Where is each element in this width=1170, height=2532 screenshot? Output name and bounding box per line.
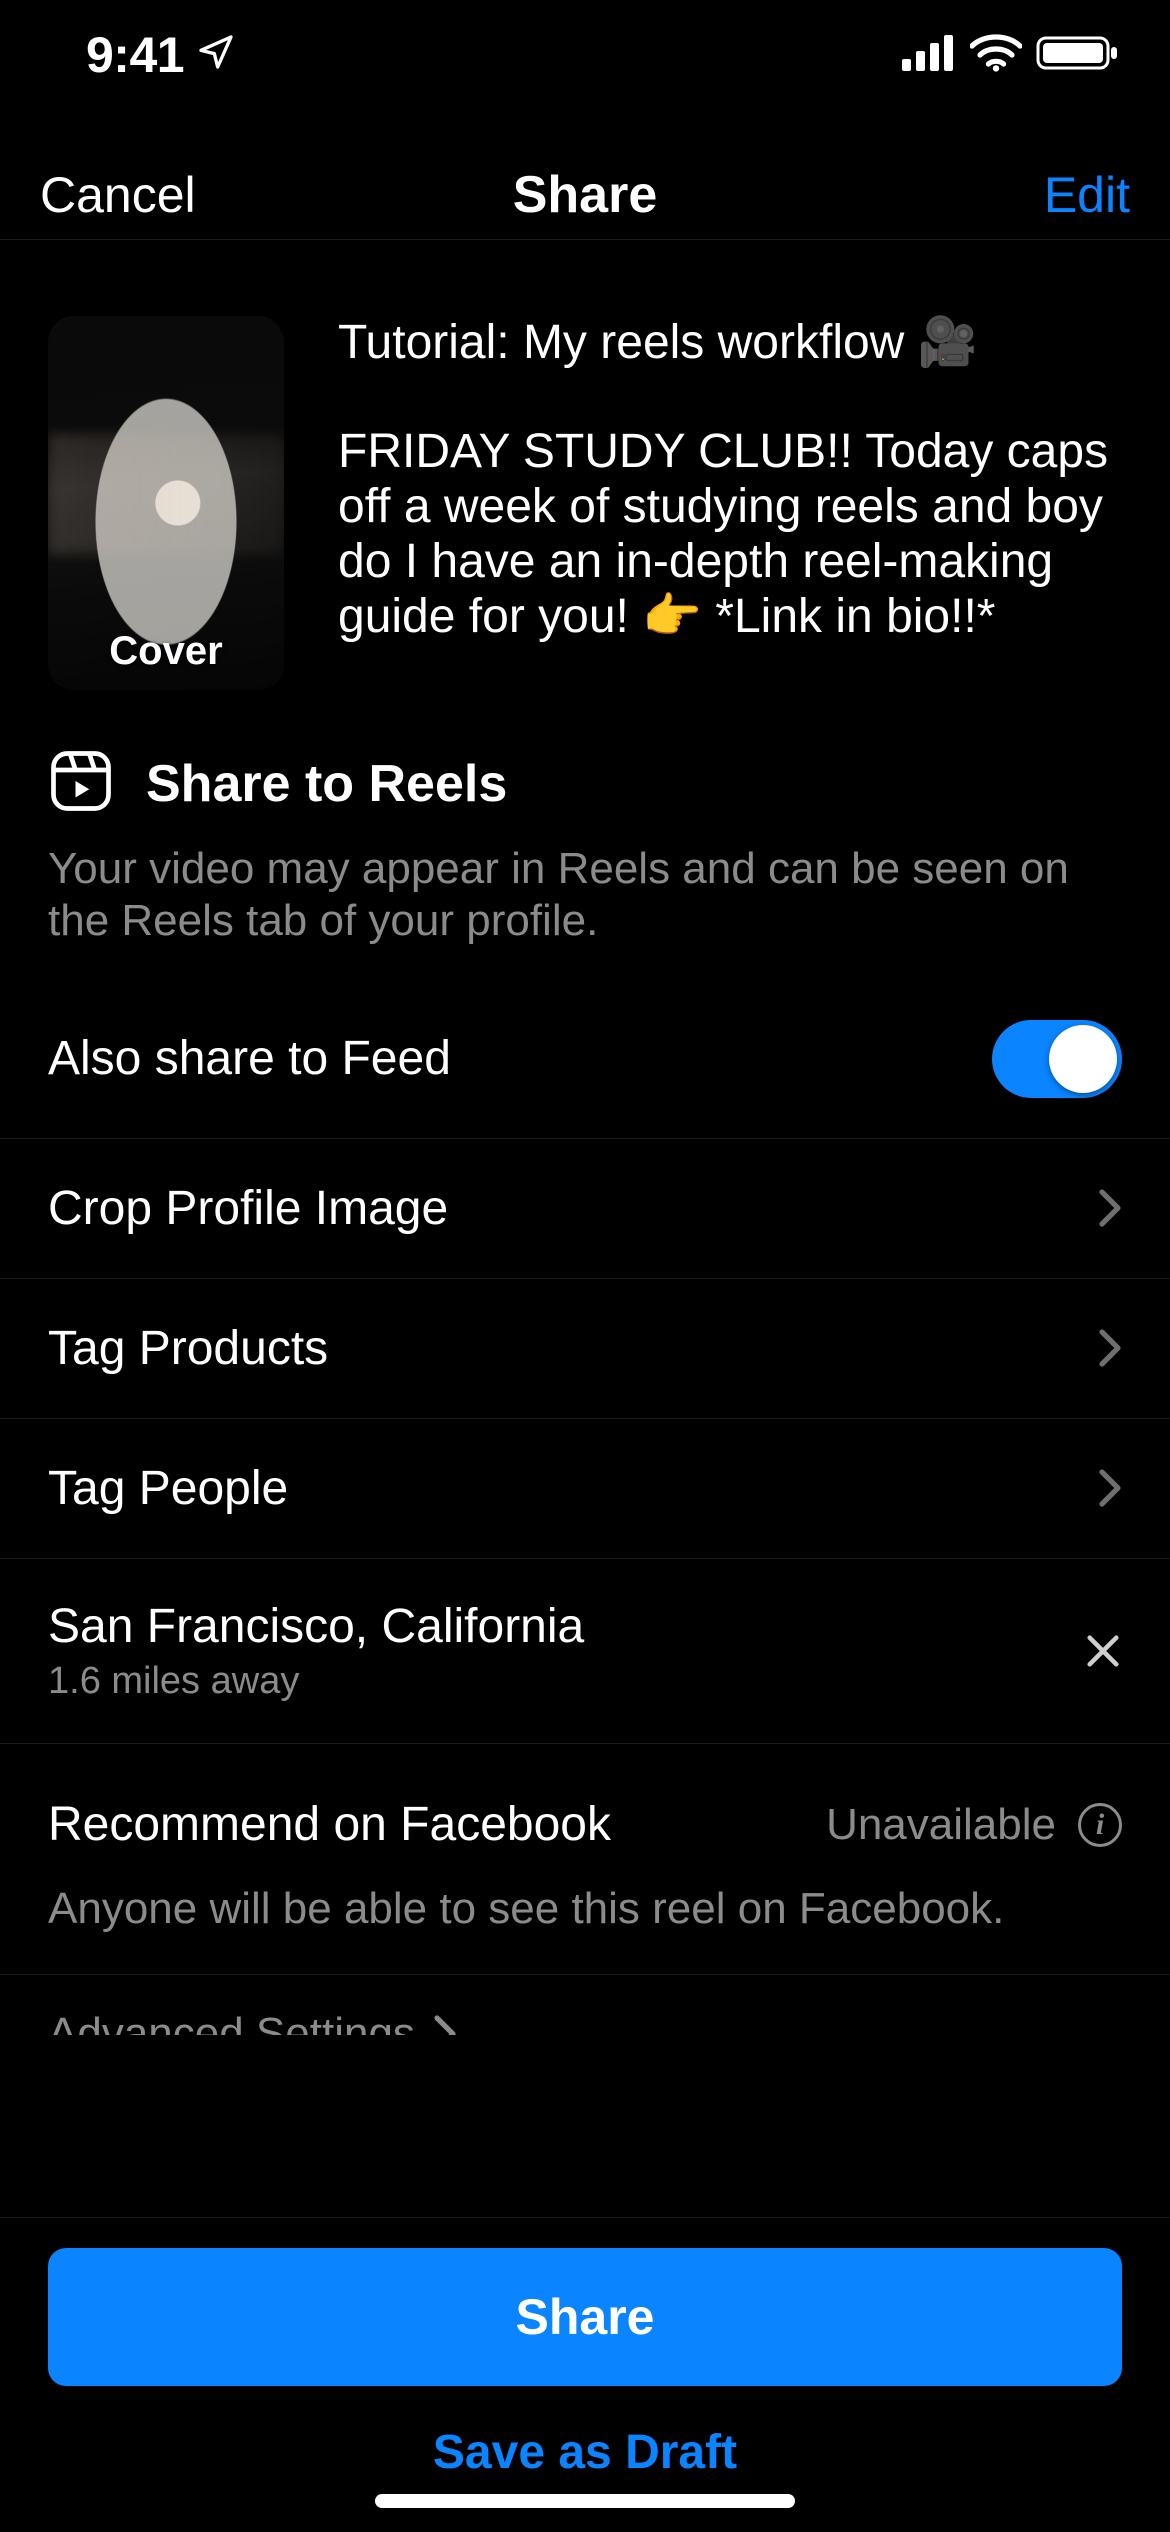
battery-icon bbox=[1036, 34, 1120, 77]
location-name: San Francisco, California bbox=[48, 1599, 584, 1654]
wifi-icon bbox=[970, 34, 1022, 77]
reels-icon bbox=[48, 748, 114, 819]
share-button[interactable]: Share bbox=[48, 2248, 1122, 2386]
recommend-on-facebook-row: Recommend on Facebook Unavailable i bbox=[0, 1744, 1170, 1884]
nav-bar: Cancel Share Edit bbox=[0, 150, 1170, 240]
cancel-button[interactable]: Cancel bbox=[40, 166, 200, 224]
chevron-right-icon bbox=[1098, 1468, 1122, 1508]
cover-label: Cover bbox=[48, 629, 284, 674]
chevron-right-icon bbox=[433, 2014, 457, 2035]
chevron-right-icon bbox=[1098, 1188, 1122, 1228]
status-time: 9:41 bbox=[86, 26, 236, 84]
content[interactable]: Cover Tutorial: My reels workflow 🎥 FRID… bbox=[0, 268, 1170, 2192]
tag-products-label: Tag Products bbox=[48, 1321, 328, 1376]
recommend-on-facebook-label: Recommend on Facebook bbox=[48, 1797, 611, 1852]
edit-button[interactable]: Edit bbox=[970, 166, 1130, 224]
caption-text[interactable]: Tutorial: My reels workflow 🎥 FRIDAY STU… bbox=[338, 316, 1122, 690]
tag-products-row[interactable]: Tag Products bbox=[0, 1279, 1170, 1419]
info-icon[interactable]: i bbox=[1078, 1803, 1122, 1847]
chevron-right-icon bbox=[1098, 1328, 1122, 1368]
advanced-settings-label: Advanced Settings bbox=[48, 2009, 415, 2035]
share-to-reels-title: Share to Reels bbox=[146, 754, 507, 814]
bottom-bar: Share Save as Draft bbox=[0, 2217, 1170, 2532]
save-as-draft-button[interactable]: Save as Draft bbox=[48, 2400, 1122, 2504]
location-row[interactable]: San Francisco, California 1.6 miles away bbox=[0, 1559, 1170, 1744]
status-time-text: 9:41 bbox=[86, 26, 184, 84]
page-title: Share bbox=[513, 165, 658, 225]
tag-people-label: Tag People bbox=[48, 1461, 288, 1516]
location-services-icon bbox=[196, 26, 236, 84]
advanced-settings-row[interactable]: Advanced Settings bbox=[0, 1975, 1170, 2035]
status-bar: 9:41 bbox=[0, 0, 1170, 110]
tag-people-row[interactable]: Tag People bbox=[0, 1419, 1170, 1559]
cover-thumbnail[interactable]: Cover bbox=[48, 316, 284, 690]
share-to-reels-header: Share to Reels bbox=[0, 748, 1170, 843]
cellular-icon bbox=[902, 35, 956, 76]
home-indicator[interactable] bbox=[375, 2494, 795, 2508]
recommend-on-facebook-status: Unavailable bbox=[826, 1800, 1056, 1850]
crop-profile-image-row[interactable]: Crop Profile Image bbox=[0, 1139, 1170, 1279]
also-share-to-feed-label: Also share to Feed bbox=[48, 1031, 451, 1086]
crop-profile-image-label: Crop Profile Image bbox=[48, 1181, 448, 1236]
share-to-reels-subtitle: Your video may appear in Reels and can b… bbox=[0, 843, 1170, 979]
also-share-to-feed-row: Also share to Feed bbox=[0, 979, 1170, 1139]
recommend-on-facebook-desc: Anyone will be able to see this reel on … bbox=[0, 1884, 1170, 1975]
also-share-to-feed-toggle[interactable] bbox=[992, 1020, 1122, 1098]
caption-row: Cover Tutorial: My reels workflow 🎥 FRID… bbox=[0, 316, 1170, 748]
location-distance: 1.6 miles away bbox=[48, 1660, 584, 1703]
remove-location-button[interactable] bbox=[1084, 1632, 1122, 1670]
